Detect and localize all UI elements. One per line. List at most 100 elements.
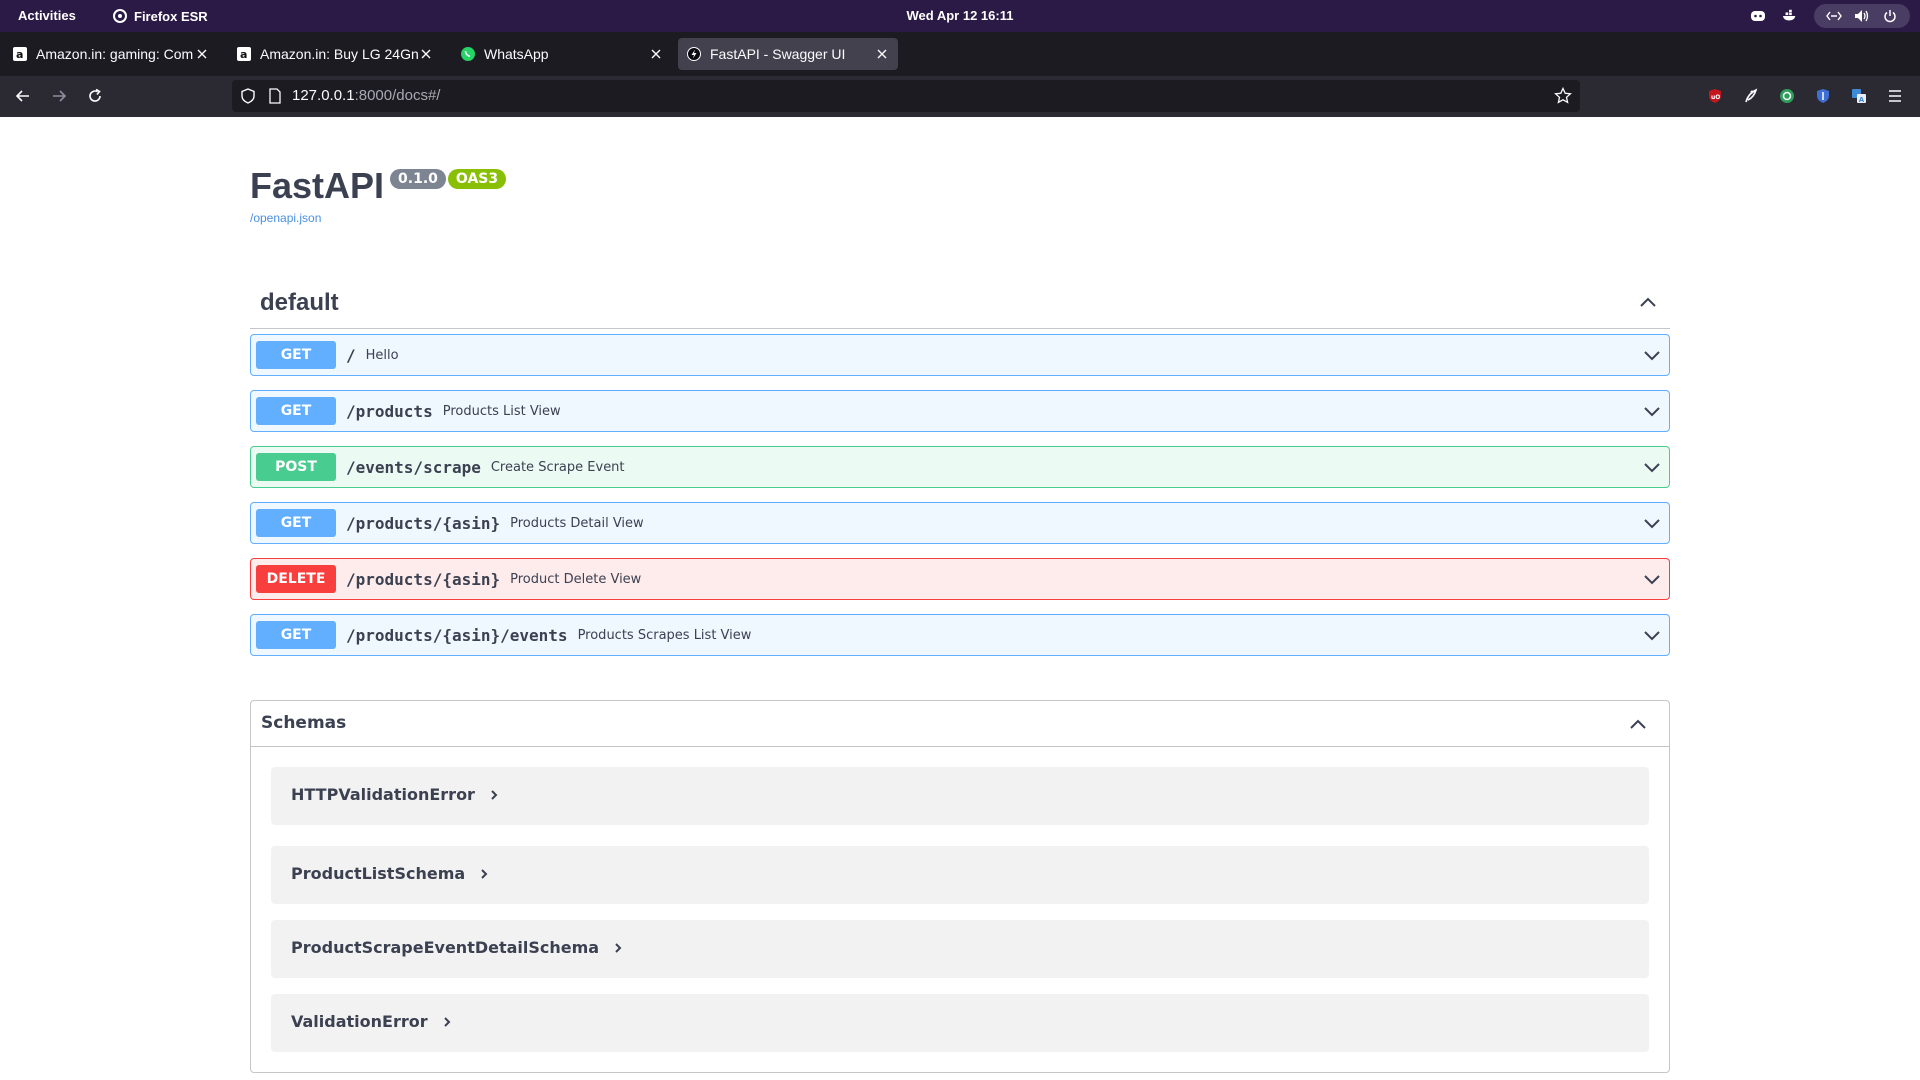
chevron-up-icon[interactable] xyxy=(1636,291,1660,315)
method-badge: GET xyxy=(256,397,336,425)
close-icon[interactable] xyxy=(648,46,664,62)
tab-title: Amazon.in: Buy LG 24Gn xyxy=(260,46,418,62)
tab-swagger-ui[interactable]: FastAPI - Swagger UI xyxy=(678,38,898,70)
schemas-title: Schemas xyxy=(261,713,347,733)
openapi-json-link[interactable]: /openapi.json xyxy=(250,211,506,225)
schema-name-wrap: HTTPValidationError xyxy=(291,785,499,805)
method-badge: GET xyxy=(256,621,336,649)
ublock-origin-icon[interactable]: uO xyxy=(1705,86,1725,106)
schema-name: ValidationError xyxy=(291,1012,428,1031)
close-icon[interactable] xyxy=(874,46,890,62)
docker-icon[interactable] xyxy=(1782,8,1798,24)
url-text: 127.0.0.1:8000/docs#/ xyxy=(292,87,440,104)
operation-path: / xyxy=(346,345,356,365)
operation-get-products[interactable]: GET /products Products List View xyxy=(250,390,1670,432)
svg-text:uO: uO xyxy=(1711,94,1720,101)
chevron-down-icon[interactable] xyxy=(1641,624,1663,646)
schema-item[interactable]: ValidationError xyxy=(271,994,1649,1052)
version-badge: 0.1.0 xyxy=(390,169,446,189)
operation-post-events-scrape[interactable]: POST /events/scrape Create Scrape Event xyxy=(250,446,1670,488)
discord-icon[interactable] xyxy=(1750,8,1766,24)
chevron-down-icon[interactable] xyxy=(1641,344,1663,366)
schema-name: ProductScrapeEventDetailSchema xyxy=(291,938,600,957)
tracking-shield-icon[interactable] xyxy=(240,88,256,108)
operation-summary: Products Detail View xyxy=(510,515,644,531)
chevron-down-icon[interactable] xyxy=(1641,400,1663,422)
amazon-icon: a xyxy=(12,46,28,62)
close-icon[interactable] xyxy=(418,46,434,62)
page-info-icon[interactable] xyxy=(268,88,282,108)
amazon-icon: a xyxy=(236,46,252,62)
operation-get-root[interactable]: GET / Hello xyxy=(250,334,1670,376)
chevron-right-icon[interactable] xyxy=(613,939,623,958)
operation-path: /products/{asin} xyxy=(346,513,501,533)
api-info: FastAPI 0.1.0 OAS3 /openapi.json xyxy=(250,165,507,225)
firefox-icon xyxy=(112,8,128,24)
url-path: :8000/docs#/ xyxy=(354,87,441,104)
tab-amazon-lg[interactable]: a Amazon.in: Buy LG 24Gn xyxy=(228,38,442,70)
chevron-up-icon[interactable] xyxy=(1627,714,1649,736)
operation-path: /products/{asin} xyxy=(346,569,501,589)
app-menu[interactable]: Firefox ESR xyxy=(112,8,208,24)
extension-feather-icon[interactable] xyxy=(1741,86,1761,106)
schema-name-wrap: ValidationError xyxy=(291,1012,452,1032)
whatsapp-icon xyxy=(460,46,476,62)
forward-arrow-icon[interactable] xyxy=(48,85,70,107)
svg-text:A: A xyxy=(1859,96,1865,104)
method-badge: DELETE xyxy=(256,565,336,593)
tab-strip: a Amazon.in: gaming: Com a Amazon.in: Bu… xyxy=(0,32,1920,93)
url-host: 127.0.0.1 xyxy=(292,87,355,104)
schemas-header[interactable]: Schemas xyxy=(251,701,1669,747)
extension-sync-icon[interactable] xyxy=(1777,86,1797,106)
chevron-down-icon[interactable] xyxy=(1641,568,1663,590)
operation-path: /products/{asin}/events xyxy=(346,625,568,645)
schema-name-wrap: ProductScrapeEventDetailSchema xyxy=(291,938,623,958)
bookmark-star-icon[interactable] xyxy=(1554,86,1572,109)
schema-name: ProductListSchema xyxy=(291,864,466,883)
method-badge: GET xyxy=(256,341,336,369)
svg-text:a: a xyxy=(16,48,23,61)
close-icon[interactable] xyxy=(194,46,210,62)
schema-item[interactable]: ProductScrapeEventDetailSchema xyxy=(271,920,1649,978)
operation-path: /products xyxy=(346,401,433,421)
back-arrow-icon[interactable] xyxy=(12,85,34,107)
fastapi-icon xyxy=(686,46,702,62)
tab-amazon-gaming[interactable]: a Amazon.in: gaming: Com xyxy=(4,38,218,70)
translate-icon[interactable]: A xyxy=(1849,86,1869,106)
method-badge: GET xyxy=(256,509,336,537)
system-tray xyxy=(1750,4,1910,28)
operation-summary: Product Delete View xyxy=(510,571,642,587)
operation-summary: Products Scrapes List View xyxy=(577,627,752,643)
tag-section-header[interactable]: default xyxy=(250,277,1670,329)
chevron-right-icon[interactable] xyxy=(489,786,499,805)
operation-get-product-events[interactable]: GET /products/{asin}/events Products Scr… xyxy=(250,614,1670,656)
schema-item[interactable]: ProductListSchema xyxy=(271,846,1649,904)
chevron-down-icon[interactable] xyxy=(1641,456,1663,478)
operation-delete-product[interactable]: DELETE /products/{asin} Product Delete V… xyxy=(250,558,1670,600)
reload-icon[interactable] xyxy=(84,85,106,107)
chevron-right-icon[interactable] xyxy=(479,865,489,884)
tab-title: Amazon.in: gaming: Com xyxy=(36,46,194,62)
system-top-bar: Activities Firefox ESR Wed Apr 12 16:11 xyxy=(0,0,1920,32)
tag-name: default xyxy=(260,289,339,316)
tab-whatsapp[interactable]: WhatsApp xyxy=(452,38,672,70)
method-badge: POST xyxy=(256,453,336,481)
schema-item[interactable]: HTTPValidationError xyxy=(271,767,1649,825)
hamburger-menu-icon[interactable] xyxy=(1885,86,1905,106)
svg-text:a: a xyxy=(240,48,247,61)
power-icon xyxy=(1882,8,1898,24)
clock[interactable]: Wed Apr 12 16:11 xyxy=(0,8,1920,23)
operation-summary: Hello xyxy=(365,347,399,363)
operation-get-product-detail[interactable]: GET /products/{asin} Products Detail Vie… xyxy=(250,502,1670,544)
operation-summary: Products List View xyxy=(442,403,561,419)
address-bar[interactable]: 127.0.0.1:8000/docs#/ xyxy=(232,80,1580,112)
app-name-label: Firefox ESR xyxy=(134,8,208,24)
oas-badge: OAS3 xyxy=(447,169,507,189)
swagger-page: FastAPI 0.1.0 OAS3 /openapi.json default G… xyxy=(0,117,1920,1080)
chevron-right-icon[interactable] xyxy=(442,1013,452,1032)
extension-shield-icon[interactable] xyxy=(1813,86,1833,106)
system-status-menu[interactable] xyxy=(1814,4,1910,28)
activities-button[interactable]: Activities xyxy=(18,8,76,23)
chevron-down-icon[interactable] xyxy=(1641,512,1663,534)
operation-path: /events/scrape xyxy=(346,457,481,477)
